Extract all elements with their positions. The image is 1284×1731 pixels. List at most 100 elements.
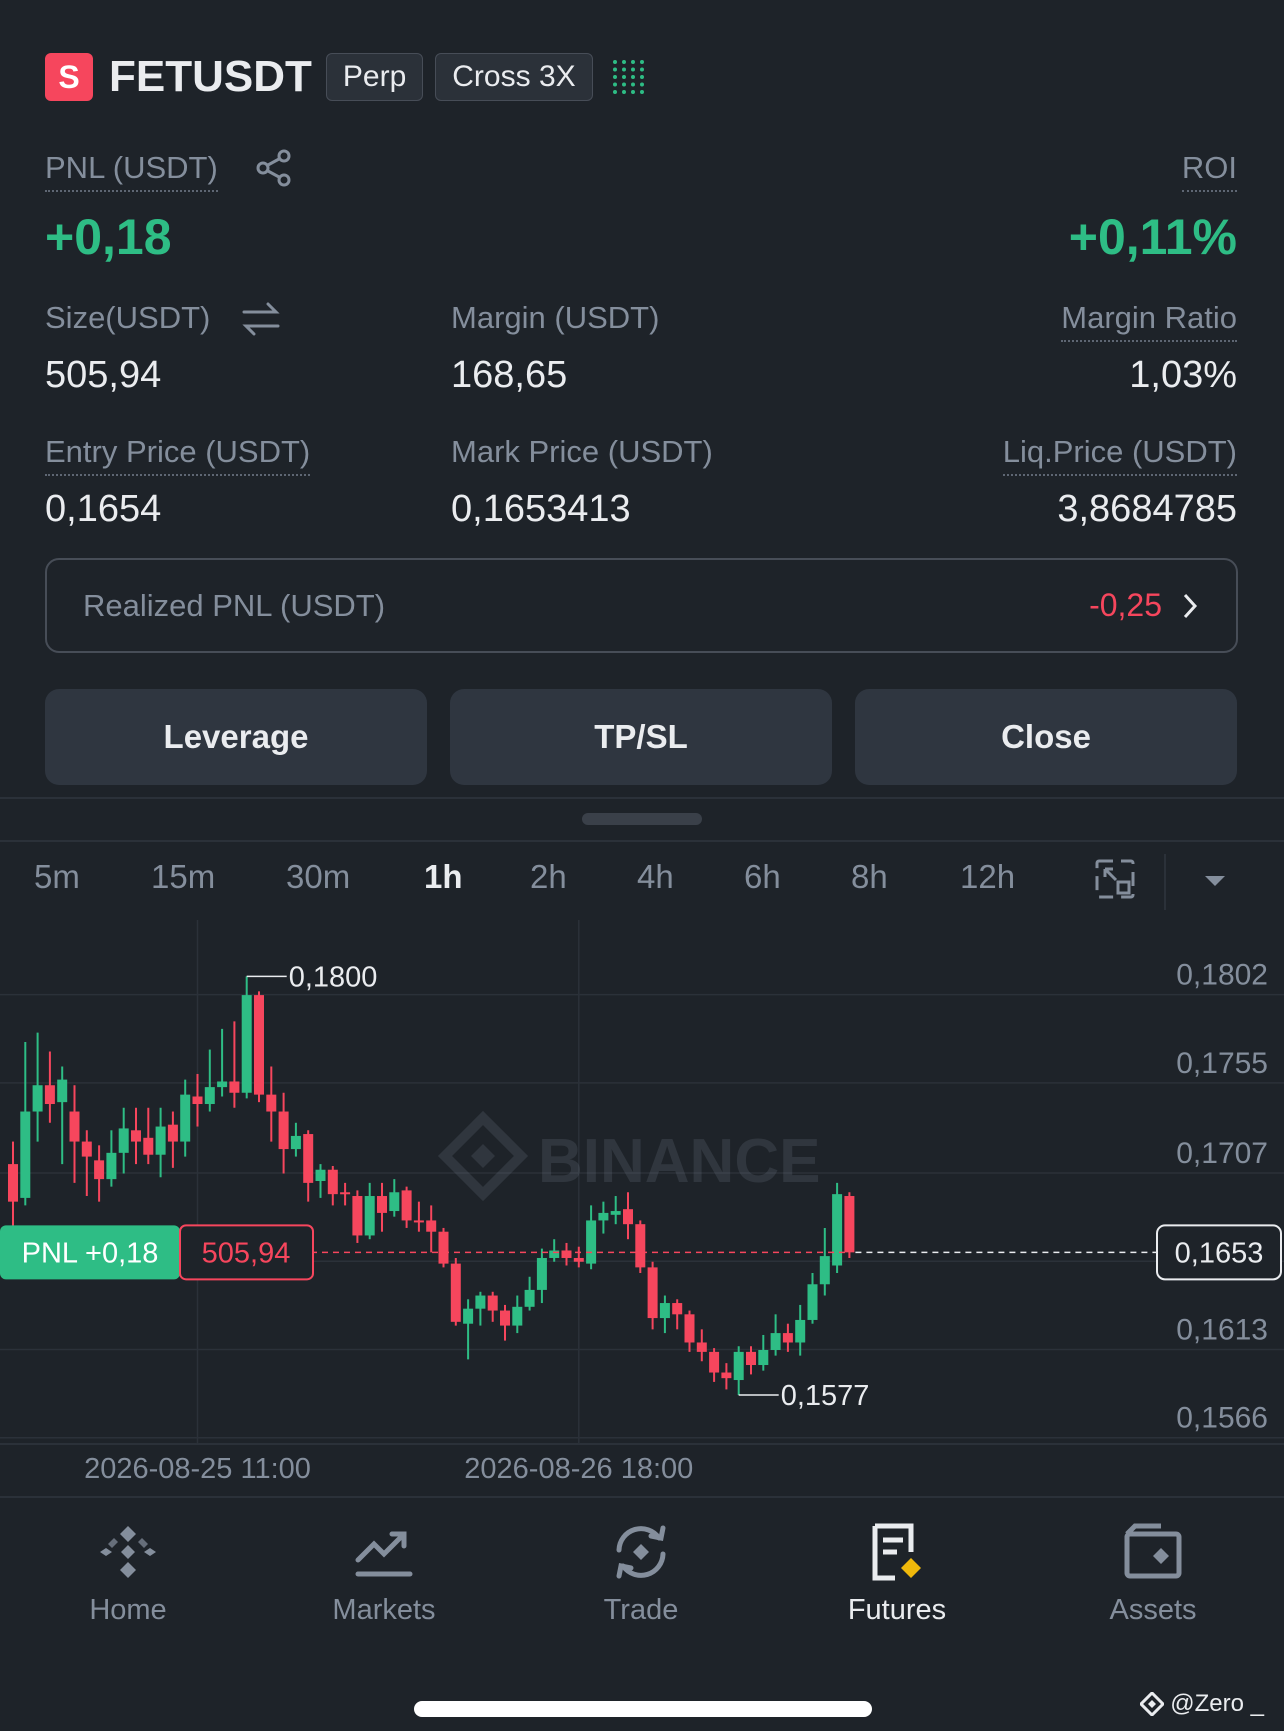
candle-body [266,1094,277,1112]
margin-mode-tag[interactable]: Cross 3X [435,53,593,101]
close-button[interactable]: Close [855,689,1237,785]
candle-body [204,1087,215,1105]
nav-futures-label: Futures [847,1594,947,1626]
symbol-title[interactable]: FETUSDT [109,52,312,102]
candle-body [512,1306,523,1326]
candle-body [352,1196,363,1236]
nav-futures[interactable]: Futures [797,1520,997,1627]
tpsl-button[interactable]: TP/SL [450,689,832,785]
futures-icon [872,1523,921,1581]
candle-body [192,1096,203,1105]
candle-body [561,1250,572,1258]
realized-pnl-label: Realized PNL (USDT) [83,587,386,623]
nav-markets-label: Markets [332,1594,436,1626]
candle-body [696,1342,707,1352]
margin-value[interactable]: 168,65 [451,354,567,397]
candlestick-chart[interactable]: BINANCE 0,18020,17550,17070,16600,16130,… [0,920,1284,1490]
tab-1h[interactable]: 1h [424,858,463,896]
high-price-label: 0,1800 [289,961,378,993]
realized-pnl-value: -0,25 [1089,587,1162,623]
realized-pnl-row[interactable]: Realized PNL (USDT) -0,25 [45,558,1238,653]
nav-markets[interactable]: Markets [284,1520,484,1627]
candle-body [327,1169,338,1195]
roi-label[interactable]: ROI [1181,150,1237,192]
drag-handle[interactable] [582,813,702,825]
current-price-label: 0,1653 [1175,1237,1264,1269]
tab-5m[interactable]: 5m [34,858,80,896]
nav-assets[interactable]: Assets [1053,1520,1253,1627]
share-icon[interactable] [254,148,294,193]
markets-icon [355,1531,413,1577]
candle-body [598,1212,609,1221]
size-label: Size(USDT) [45,300,211,335]
candle-body [81,1141,92,1157]
entry-price-label[interactable]: Entry Price (USDT) [45,434,311,476]
user-watermark-text: @Zero _ [1170,1690,1264,1717]
candle-body [536,1257,547,1290]
candle-body [217,1081,228,1088]
chevron-down-icon[interactable] [1203,874,1227,893]
tab-6h[interactable]: 6h [744,858,781,896]
home-indicator[interactable] [414,1701,872,1717]
tab-4h[interactable]: 4h [637,858,674,896]
x-axis: 2026-08-25 11:00 2026-08-26 18:00 [84,1453,693,1485]
nav-trade[interactable]: Trade [541,1520,741,1627]
candle-body [167,1124,178,1142]
candle-body [340,1192,351,1195]
candle-body [758,1349,769,1366]
pnl-label[interactable]: PNL (USDT) [45,150,218,192]
candle-body [586,1220,597,1264]
candle-body [463,1308,474,1324]
candle-body [438,1231,449,1264]
y-tick-label: 0,1566 [1176,1402,1268,1435]
home-icon [100,1526,156,1578]
tab-30m[interactable]: 30m [286,858,350,896]
candle-body [254,995,264,1095]
candle-body [426,1220,437,1232]
user-watermark: @Zero _ [1140,1690,1264,1718]
candle-body [241,995,252,1093]
candle-body [475,1295,486,1309]
candle-body [32,1085,43,1112]
candle-body [819,1256,830,1285]
x-tick-label: 2026-08-26 18:00 [464,1453,693,1485]
tab-12h[interactable]: 12h [960,858,1015,896]
binance-watermark: BINANCE [437,1110,820,1202]
liq-price-label[interactable]: Liq.Price (USDT) [1002,434,1237,476]
candle-body [672,1303,683,1315]
perp-tag: Perp [325,53,424,101]
nav-divider [0,1496,1284,1498]
entry-price-value: 0,1654 [45,488,162,530]
candle-body [155,1126,166,1155]
tab-8h[interactable]: 8h [851,858,888,896]
roi-value: +0,11% [1068,209,1237,265]
candle-body [377,1196,387,1213]
x-tick-label: 2026-08-25 11:00 [84,1453,311,1485]
nav-home[interactable]: Home [28,1520,228,1627]
margin-ratio-label[interactable]: Margin Ratio [1061,300,1237,342]
candle-body [709,1351,720,1373]
interval-tabs: 5m 15m 30m 1h 2h 4h 6h 8h 12h [0,854,1284,918]
candle-body [401,1190,412,1221]
candle-body [844,1196,855,1253]
candle-body [118,1128,129,1153]
tab-2h[interactable]: 2h [530,858,567,896]
candle-body [229,1081,240,1093]
mark-price-value: 0,1653413 [451,488,631,530]
candle-body [450,1263,461,1322]
candle-body [795,1319,806,1343]
candle-body [549,1250,560,1258]
candle-body [180,1094,191,1142]
short-badge: S [45,53,93,101]
liq-price-value: 3,8684785 [1057,488,1237,530]
y-tick-label: 0,1802 [1176,959,1268,992]
fullscreen-icon[interactable] [1094,858,1136,905]
tab-15m[interactable]: 15m [151,858,215,896]
swap-icon[interactable] [240,300,282,343]
leverage-button[interactable]: Leverage [45,689,427,785]
candle-body [647,1267,658,1319]
section-divider [0,797,1284,799]
candle-body [770,1333,781,1350]
low-price-label: 0,1577 [781,1380,870,1412]
candle-body [733,1351,744,1381]
